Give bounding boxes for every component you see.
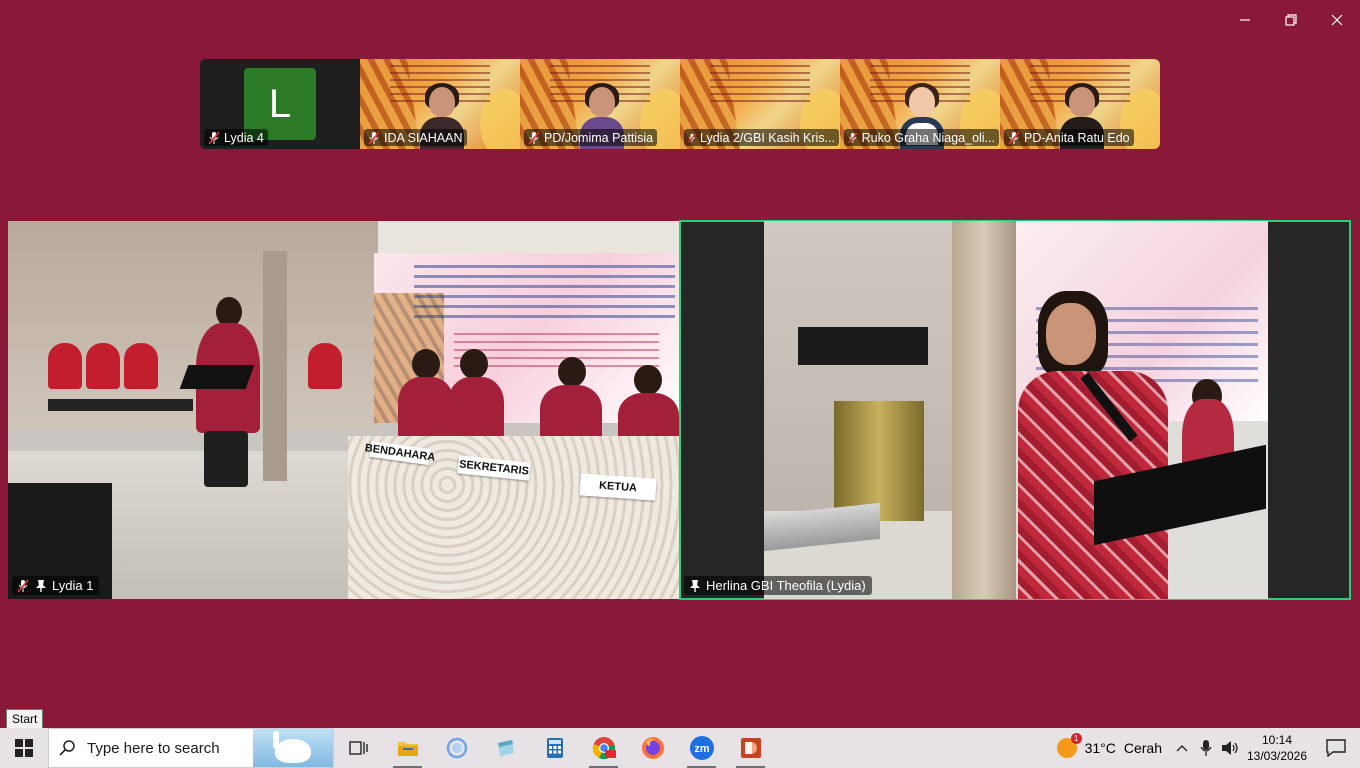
minimize-icon bbox=[1240, 19, 1250, 21]
muted-mic-icon bbox=[368, 130, 380, 145]
calculator-button[interactable] bbox=[530, 728, 579, 768]
close-button[interactable] bbox=[1314, 6, 1360, 34]
action-center-button[interactable] bbox=[1312, 728, 1360, 768]
participant-name-tag: IDA SIAHAAN bbox=[364, 129, 467, 146]
search-placeholder: Type here to search bbox=[87, 739, 220, 757]
task-view-icon bbox=[348, 741, 368, 755]
volume-icon bbox=[1222, 741, 1238, 755]
chrome-button[interactable] bbox=[579, 728, 628, 768]
participant-name: Lydia 2/GBI Kasih Kris... bbox=[699, 130, 835, 145]
powerpoint-icon bbox=[740, 738, 761, 758]
clock[interactable]: 10:14 13/03/2026 bbox=[1242, 732, 1312, 764]
participant-name-tag: PD-Anita Ratu Edo bbox=[1004, 129, 1134, 146]
zoom-button[interactable]: zm bbox=[677, 728, 726, 768]
participant-tile[interactable]: Ruko Graha Niaga_oli... bbox=[840, 59, 1000, 149]
powerpoint-button[interactable] bbox=[726, 728, 775, 768]
participant-name: PD/Jomima Pattisia bbox=[544, 130, 654, 145]
chrome-icon bbox=[592, 737, 616, 760]
weather-condition: Cerah bbox=[1123, 740, 1162, 756]
firefox-icon bbox=[641, 737, 664, 759]
windows-logo-icon bbox=[15, 739, 33, 757]
muted-mic-icon bbox=[848, 132, 858, 143]
muted-mic-icon bbox=[1008, 130, 1020, 145]
search-icon bbox=[59, 740, 75, 756]
gallery-strip: L Lydia 4 IDA SIAHAAN PD/Jomima Pattisia… bbox=[200, 59, 1160, 149]
start-button[interactable] bbox=[0, 728, 48, 768]
muted-mic-icon bbox=[17, 578, 29, 593]
window-controls bbox=[1222, 6, 1360, 34]
participant-name-tag: Lydia 2/GBI Kasih Kris... bbox=[684, 129, 839, 146]
participant-tile[interactable]: IDA SIAHAAN bbox=[360, 59, 520, 149]
weather-sun-icon: 1 bbox=[1056, 733, 1082, 758]
main-video-right-active-speaker[interactable]: Herlina GBI Theofila (Lydia) bbox=[679, 220, 1351, 600]
participant-name: Herlina GBI Theofila (Lydia) bbox=[706, 578, 866, 593]
cortana-button[interactable] bbox=[432, 728, 481, 768]
calculator-icon bbox=[546, 738, 563, 758]
notepad-icon bbox=[497, 740, 514, 756]
weather-widget[interactable]: 1 31°C Cerah bbox=[1049, 728, 1170, 768]
muted-mic-icon bbox=[687, 132, 696, 143]
microphone-tray-button[interactable] bbox=[1194, 728, 1218, 768]
search-highlight-image bbox=[253, 729, 333, 767]
participant-name: IDA SIAHAAN bbox=[384, 130, 463, 145]
zoom-icon: zm bbox=[689, 736, 714, 760]
participant-name: Lydia 4 bbox=[224, 130, 264, 145]
participant-name-tag: PD/Jomima Pattisia bbox=[524, 129, 658, 146]
participant-name-tag: Lydia 4 bbox=[204, 129, 268, 146]
weather-badge: 1 bbox=[1070, 733, 1082, 744]
muted-mic-icon bbox=[528, 130, 540, 145]
chevron-up-icon bbox=[1176, 745, 1188, 752]
muted-mic-icon bbox=[208, 130, 220, 145]
system-tray: 1 31°C Cerah 10:14 13/03/2026 bbox=[1049, 728, 1360, 768]
participant-tile[interactable]: PD-Anita Ratu Edo bbox=[1000, 59, 1160, 149]
show-hidden-icons-button[interactable] bbox=[1170, 728, 1194, 768]
restore-icon bbox=[1285, 14, 1297, 26]
participant-name: Lydia 1 bbox=[52, 578, 94, 593]
pin-icon bbox=[36, 579, 46, 592]
volume-button[interactable] bbox=[1218, 728, 1242, 768]
participant-name: Ruko Graha Niaga_oli... bbox=[861, 130, 995, 145]
weather-temp: 31°C bbox=[1084, 740, 1116, 756]
close-icon bbox=[1331, 14, 1343, 26]
participant-name: PD-Anita Ratu Edo bbox=[1024, 130, 1130, 145]
restore-button[interactable] bbox=[1268, 6, 1314, 34]
minimize-button[interactable] bbox=[1222, 6, 1268, 34]
search-box[interactable]: Type here to search bbox=[48, 728, 334, 768]
notification-icon bbox=[1326, 739, 1346, 757]
file-explorer-button[interactable] bbox=[383, 728, 432, 768]
participant-tile[interactable]: Lydia 2/GBI Kasih Kris... bbox=[680, 59, 840, 149]
clock-date: 13/03/2026 bbox=[1246, 749, 1308, 763]
main-video-left[interactable]: BENDAHARA SEKRETARIS KETUA Lydia 1 bbox=[8, 221, 679, 599]
notepad-button[interactable] bbox=[481, 728, 530, 768]
cortana-icon bbox=[446, 737, 467, 759]
svg-text:zm: zm bbox=[694, 743, 710, 755]
clock-time: 10:14 bbox=[1261, 733, 1293, 747]
pin-icon bbox=[690, 579, 700, 592]
task-view-button[interactable] bbox=[334, 728, 383, 768]
folder-icon bbox=[397, 742, 418, 756]
participant-name-tag: Ruko Graha Niaga_oli... bbox=[844, 129, 999, 146]
participant-tile[interactable]: L Lydia 4 bbox=[200, 59, 360, 149]
participant-name-tag: Lydia 1 bbox=[12, 576, 100, 595]
participant-name-tag: Herlina GBI Theofila (Lydia) bbox=[684, 576, 872, 595]
participant-tile[interactable]: PD/Jomima Pattisia bbox=[520, 59, 680, 149]
firefox-button[interactable] bbox=[628, 728, 677, 768]
taskbar: Type here to search zm 1 31°C Cerah 10:1… bbox=[0, 728, 1360, 768]
microphone-icon bbox=[1200, 740, 1212, 756]
start-tooltip: Start bbox=[6, 709, 44, 729]
